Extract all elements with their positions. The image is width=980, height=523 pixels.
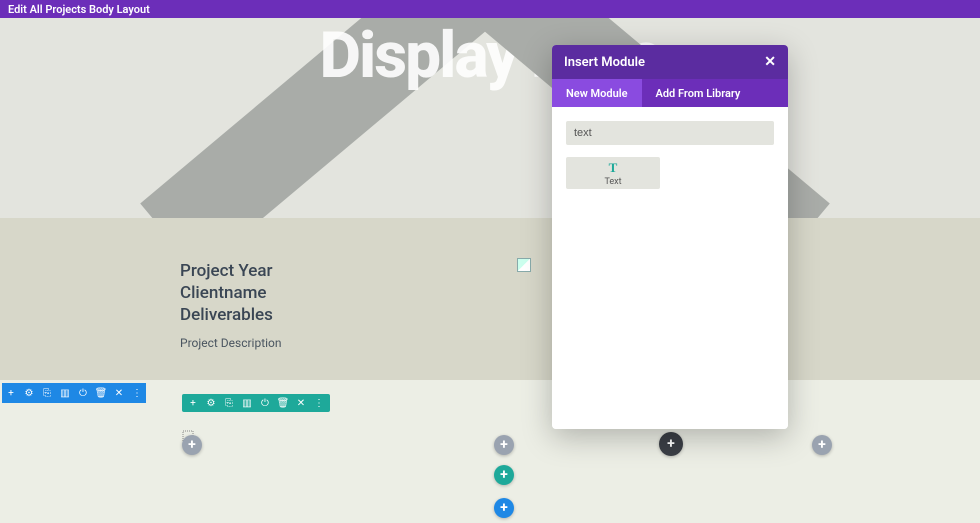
- section-toolbar[interactable]: + ⚙ ⎘ ▥ ⏻ 🗑 ✕ ⋮: [2, 383, 146, 403]
- add-section-button[interactable]: +: [494, 498, 514, 518]
- modal-header: Insert Module ✕: [552, 45, 788, 79]
- project-content-section: Project Year Clientname Deliverables Pro…: [0, 218, 980, 380]
- hero-section: Display Here: [0, 18, 980, 218]
- modal-tabs: New Module Add From Library: [552, 79, 788, 107]
- row-toolbar[interactable]: + ⚙ ⎘ ▥ ⏻ 🗑 ✕ ⋮: [182, 394, 330, 412]
- close-icon[interactable]: ✕: [296, 398, 306, 408]
- module-grid: T Text: [566, 157, 774, 189]
- insert-module-modal: Insert Module ✕ New Module Add From Libr…: [552, 45, 788, 429]
- hero-title: Display Here: [0, 18, 980, 93]
- add-module-button-col2[interactable]: +: [494, 435, 514, 455]
- power-icon[interactable]: ⏻: [78, 388, 88, 398]
- add-module-button-col1[interactable]: +: [182, 435, 202, 455]
- clone-icon[interactable]: ⎘: [224, 398, 234, 408]
- top-edit-bar: Edit All Projects Body Layout: [0, 0, 980, 18]
- power-icon[interactable]: ⏻: [260, 398, 270, 408]
- module-search-input[interactable]: [566, 121, 774, 145]
- more-icon[interactable]: ⋮: [314, 398, 324, 408]
- move-icon[interactable]: +: [188, 398, 198, 408]
- modal-body: T Text: [552, 107, 788, 429]
- move-icon[interactable]: +: [6, 388, 16, 398]
- top-bar-title: Edit All Projects Body Layout: [8, 3, 150, 16]
- text-module-label: Text: [604, 177, 621, 187]
- close-icon[interactable]: ✕: [114, 388, 124, 398]
- add-module-button-col4[interactable]: +: [812, 435, 832, 455]
- text-module-icon: T: [609, 160, 618, 176]
- tab-add-from-library[interactable]: Add From Library: [642, 79, 755, 107]
- settings-icon[interactable]: ⚙: [24, 388, 34, 398]
- more-icon[interactable]: ⋮: [132, 388, 142, 398]
- tab-new-module[interactable]: New Module: [552, 79, 642, 107]
- delete-icon[interactable]: 🗑: [96, 388, 106, 398]
- add-row-button[interactable]: +: [494, 465, 514, 485]
- clone-icon[interactable]: ⎘: [42, 388, 52, 398]
- settings-icon[interactable]: ⚙: [206, 398, 216, 408]
- broken-image-icon: [517, 258, 531, 272]
- modal-title: Insert Module: [564, 55, 645, 70]
- lower-section: [0, 380, 980, 523]
- columns-icon[interactable]: ▥: [60, 388, 70, 398]
- columns-icon[interactable]: ▥: [242, 398, 252, 408]
- modal-close-button[interactable]: ✕: [764, 54, 776, 70]
- module-text[interactable]: T Text: [566, 157, 660, 189]
- delete-icon[interactable]: 🗑: [278, 398, 288, 408]
- add-module-button-active[interactable]: +: [659, 432, 683, 456]
